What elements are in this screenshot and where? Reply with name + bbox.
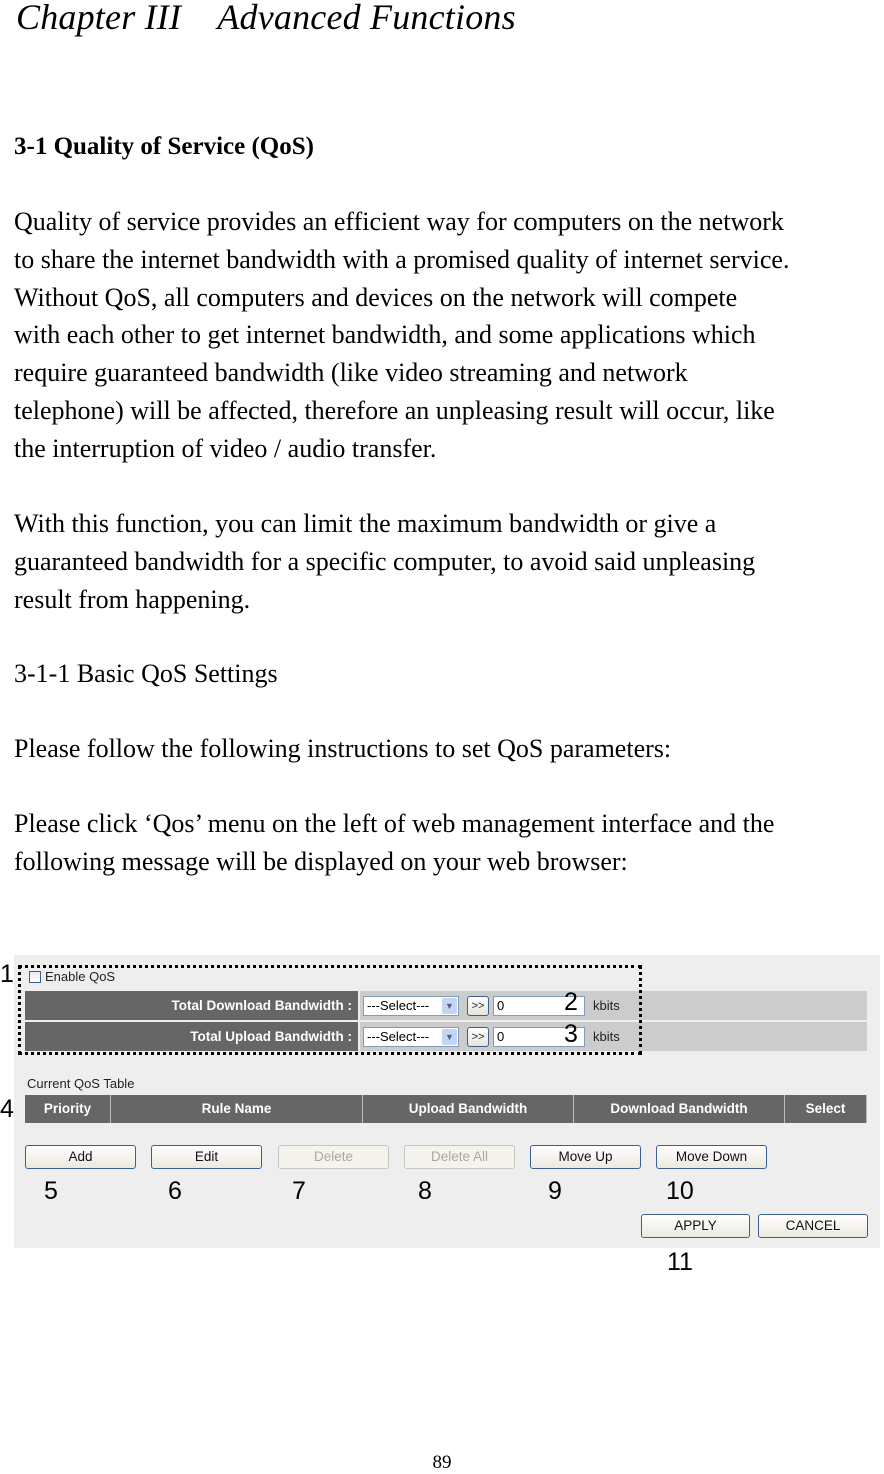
paragraph-line: Please click ‘Qos’ menu on the left of w…: [14, 809, 775, 838]
paragraph-line: the interruption of video / audio transf…: [14, 433, 437, 463]
paragraph-line: require guaranteed bandwidth (like video…: [14, 358, 688, 388]
callout-6: 6: [168, 1177, 182, 1205]
callout-2: 2: [564, 988, 578, 1016]
subsection-heading: 3-1-1 Basic QoS Settings: [14, 659, 278, 688]
callout-9: 9: [548, 1177, 562, 1205]
cancel-button[interactable]: CANCEL: [758, 1214, 868, 1238]
delete-button[interactable]: Delete: [278, 1145, 389, 1169]
column-header-select: Select: [785, 1095, 867, 1123]
paragraph-line: telephone) will be affected, therefore a…: [14, 395, 775, 425]
section-heading: 3-1 Quality of Service (QoS): [14, 133, 314, 160]
paragraph-line: to share the internet bandwidth with a p…: [14, 244, 790, 274]
callout-7: 7: [292, 1177, 306, 1205]
column-header-priority: Priority: [25, 1095, 111, 1123]
callout-1: 1: [0, 960, 14, 988]
qos-table-title: Current QoS Table: [27, 1076, 135, 1091]
move-down-button[interactable]: Move Down: [656, 1145, 767, 1169]
paragraph-line: following message will be displayed on y…: [14, 846, 628, 876]
instruction-paragraph: Please click ‘Qos’ menu on the left of w…: [14, 805, 884, 881]
add-button[interactable]: Add: [25, 1145, 136, 1169]
paragraph-line: with each other to get internet bandwidt…: [14, 320, 756, 350]
apply-button[interactable]: APPLY: [641, 1214, 750, 1238]
instruction-text: Please follow the following instructions…: [14, 734, 672, 763]
callout-11: 11: [667, 1248, 693, 1276]
paragraph-line: Without QoS, all computers and devices o…: [14, 282, 738, 312]
paragraph-line: With this function, you can limit the ma…: [14, 509, 717, 538]
move-up-button[interactable]: Move Up: [530, 1145, 641, 1169]
chapter-title: Chapter III Advanced Functions: [16, 0, 516, 37]
paragraph-line: Quality of service provides an efficient…: [14, 207, 784, 236]
callout-8: 8: [418, 1177, 432, 1205]
delete-all-button[interactable]: Delete All: [404, 1145, 515, 1169]
paragraph-line: guaranteed bandwidth for a specific comp…: [14, 546, 756, 576]
callout-highlight-box: [18, 965, 642, 1055]
qos-table-header: Priority Rule Name Upload Bandwidth Down…: [25, 1095, 867, 1123]
function-paragraph: With this function, you can limit the ma…: [14, 505, 884, 618]
callout-3: 3: [564, 1020, 578, 1048]
column-header-download-bandwidth: Download Bandwidth: [574, 1095, 785, 1123]
column-header-upload-bandwidth: Upload Bandwidth: [363, 1095, 574, 1123]
callout-10: 10: [666, 1177, 694, 1205]
intro-paragraph: Quality of service provides an efficient…: [14, 203, 884, 468]
page-number: 89: [432, 1452, 452, 1473]
column-header-rule-name: Rule Name: [111, 1095, 363, 1123]
paragraph-line: result from happening.: [14, 584, 251, 614]
callout-4: 4: [0, 1095, 14, 1123]
edit-button[interactable]: Edit: [151, 1145, 262, 1169]
callout-5: 5: [44, 1177, 58, 1205]
